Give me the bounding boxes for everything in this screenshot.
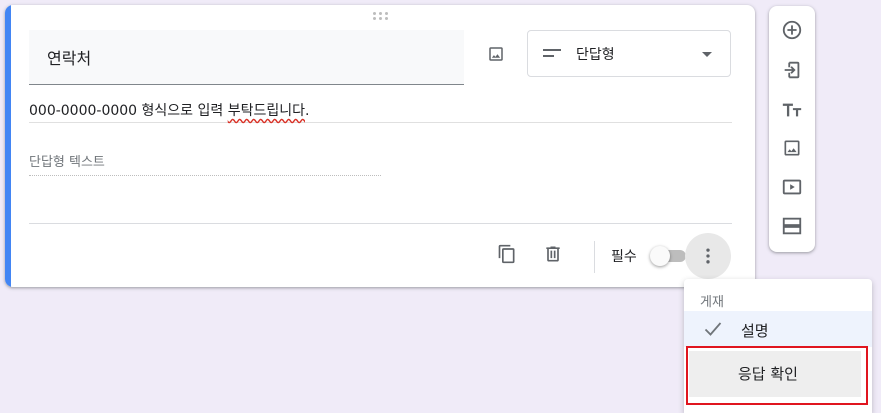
drag-handle-icon[interactable]	[373, 12, 389, 22]
question-type-label: 단답형	[576, 47, 615, 63]
question-type-select[interactable]: 단답형	[527, 30, 731, 77]
menu-item-response-validation[interactable]: 응답 확인	[689, 351, 861, 397]
check-icon	[704, 322, 722, 336]
menu-item-label: 설명	[741, 322, 769, 340]
required-toggle[interactable]	[650, 246, 686, 266]
question-description[interactable]: 000-0000-0000 형식으로 입력 부탁드립니다.	[29, 100, 732, 123]
misspelled-word: 부탁드립니다	[227, 103, 305, 119]
question-title-field[interactable]: 연락처	[29, 30, 464, 85]
delete-button[interactable]	[538, 239, 568, 269]
delete-icon	[546, 246, 560, 262]
short-answer-placeholder: 단답형 텍스트	[29, 151, 381, 176]
import-questions-button[interactable]	[777, 55, 807, 85]
copy-icon	[498, 244, 515, 264]
section-icon	[782, 217, 802, 235]
question-card[interactable]: 연락처 단답형 000-0000-0000 형식으로 입력 부탁드립니다. 단답…	[5, 5, 755, 287]
title-icon	[782, 103, 802, 117]
image-icon	[784, 140, 800, 156]
more-options-button[interactable]	[685, 233, 731, 279]
card-active-indicator	[5, 5, 11, 287]
menu-header: 게재	[700, 295, 724, 310]
menu-item-label: 응답 확인	[738, 365, 798, 383]
add-circle-icon	[782, 20, 802, 40]
import-icon	[784, 61, 800, 79]
side-toolbar	[769, 6, 815, 252]
copy-button[interactable]	[492, 239, 522, 269]
dropdown-arrow-icon	[702, 52, 712, 57]
more-vert-icon	[706, 248, 710, 264]
add-question-button[interactable]	[777, 15, 807, 45]
menu-item-description[interactable]: 설명	[684, 311, 872, 347]
more-options-menu: 게재 설명 응답 확인	[684, 279, 872, 413]
add-video-button[interactable]	[777, 172, 807, 202]
image-icon	[489, 47, 503, 61]
footer-vertical-divider	[594, 241, 595, 273]
add-image-button[interactable]	[481, 39, 511, 69]
question-title: 연락처	[47, 49, 92, 68]
required-label: 필수	[611, 249, 637, 265]
video-icon	[782, 179, 802, 195]
footer-divider	[29, 223, 732, 224]
add-section-button[interactable]	[777, 211, 807, 241]
short-answer-icon	[543, 49, 561, 57]
add-title-button[interactable]	[777, 95, 807, 125]
add-image-item-button[interactable]	[777, 133, 807, 163]
